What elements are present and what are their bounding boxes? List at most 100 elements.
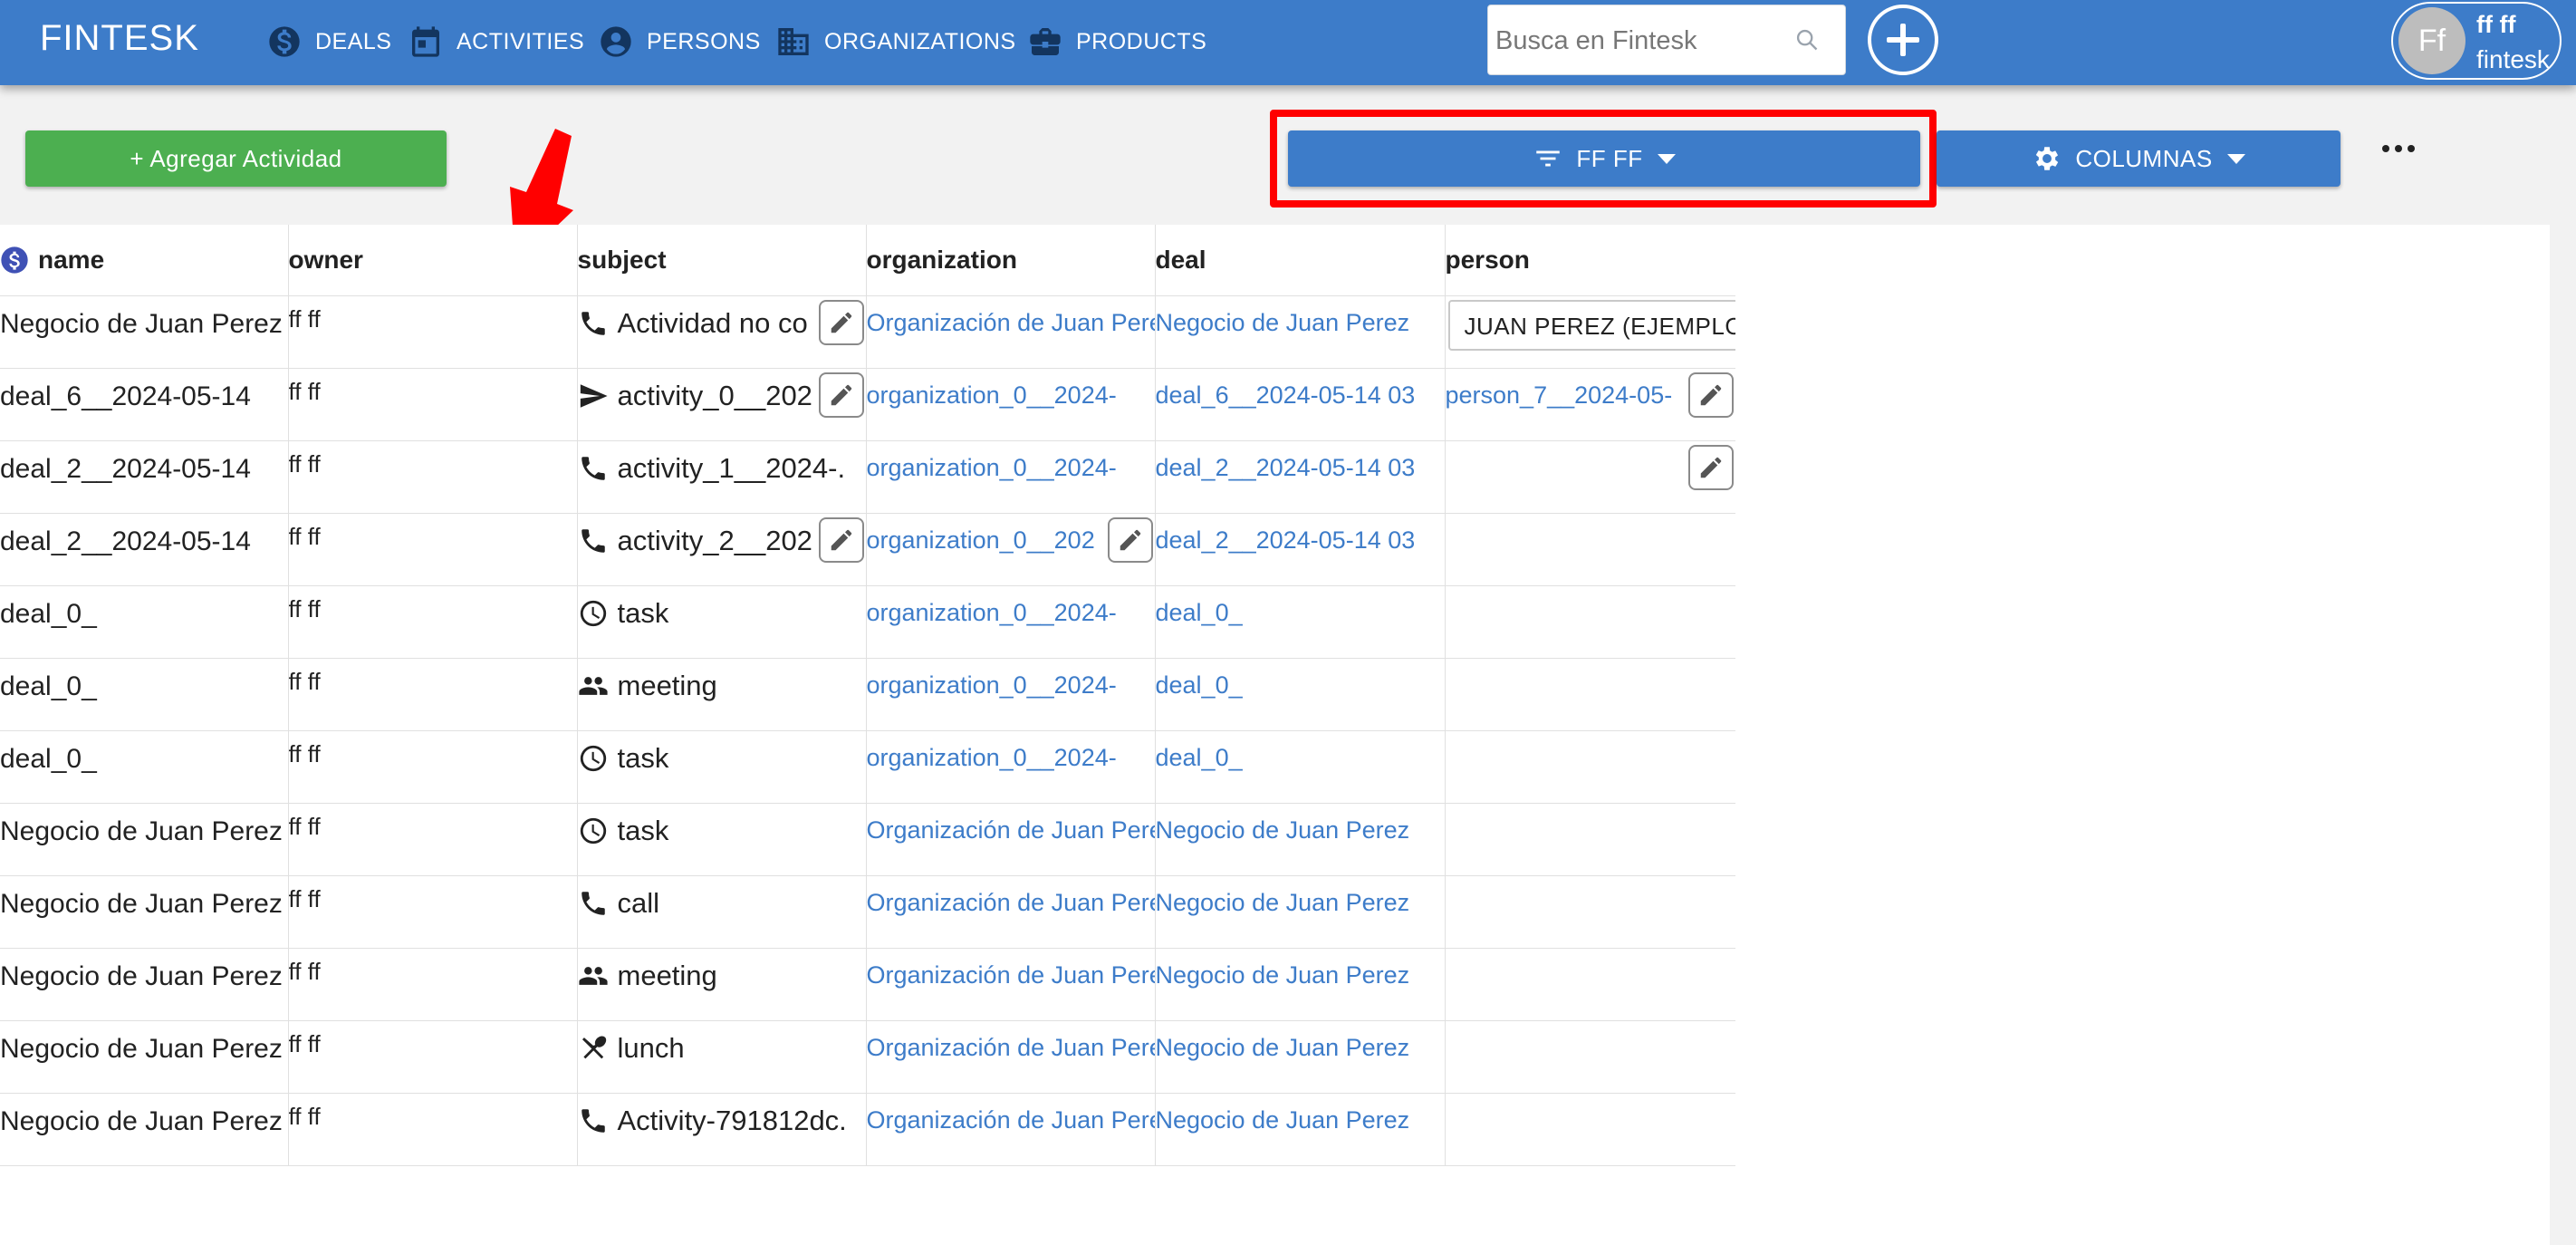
deal-link[interactable]: Negocio de Juan Perez [1156,296,1445,337]
brand-logo[interactable]: FINTESK [40,18,199,59]
organization-link[interactable]: organization_0__2024- [867,586,1155,627]
table-row[interactable]: deal_6__2024-05-14 ff ff activity_0__202 or… [0,368,1735,441]
edit-button[interactable] [1107,517,1153,563]
organization-link[interactable]: organization_0__2024- [867,659,1155,700]
user-menu[interactable]: Ff ff ff fintesk [2391,2,2562,80]
table-row[interactable]: deal_2__2024-05-14 ff ff activity_2__202 or… [0,513,1735,586]
subject[interactable]: task [578,804,866,847]
table-row[interactable]: Negocio de Juan Perez ff ff call Organizaci… [0,875,1735,949]
table-row[interactable]: deal_0_ ff ff task organization_0__2024- dea… [0,585,1735,659]
subject[interactable]: activity_1__2024-. [578,441,866,485]
cell-organization: organization_0__2024- [866,440,1156,514]
organization-link[interactable]: organization_0__2024- [867,369,1155,410]
add-new-button[interactable] [1868,5,1938,75]
organization-link[interactable]: organization_0__2024- [867,441,1155,482]
organization-link[interactable]: Organización de Juan Perez [867,296,1155,337]
add-activity-label: + Agregar Actividad [130,144,342,172]
subject-label: activity_0__202 [617,380,812,411]
cell-owner: ff ff [288,658,578,731]
subject[interactable]: meeting [578,659,866,702]
organization-link[interactable]: Organización de Juan Perez [867,804,1155,844]
edit-button[interactable] [818,300,864,345]
columns-button[interactable]: COLUMNAS [1937,130,2341,187]
deal-link[interactable]: Negocio de Juan Perez [1156,804,1445,844]
cell-organization: organization_0__202 [866,513,1156,586]
subject[interactable]: call [578,876,866,920]
nav-products[interactable]: PRODUCTS [1027,18,1206,65]
nav-activities[interactable]: ACTIVITIES [408,18,584,65]
table-row[interactable]: Negocio de Juan Perez ff ff lunch Organizac… [0,1020,1735,1094]
pencil-icon [1700,457,1722,478]
deal-name: Negocio de Juan Perez [0,816,283,846]
table-row[interactable]: deal_2__2024-05-14 ff ff activity_1__2024-… [0,440,1735,514]
deal-name: deal_6__2024-05-14 [0,381,251,411]
edit-button[interactable] [1688,372,1734,418]
cell-deal: Negocio de Juan Perez [1155,1020,1446,1094]
deal-link[interactable]: Negocio de Juan Perez [1156,1021,1445,1062]
pencil-icon [1700,384,1722,406]
filter-button[interactable]: FF FF [1288,130,1920,187]
deal-name: Negocio de Juan Perez [0,1106,283,1136]
edit-button[interactable] [818,517,864,563]
column-header-name[interactable]: name [0,225,289,296]
deal-link[interactable]: deal_2__2024-05-14 03 [1156,441,1445,482]
cell-deal: Negocio de Juan Perez [1155,875,1446,949]
owner-name: ff ff [288,595,321,622]
cell-subject: activity_1__2024-. [577,440,867,514]
deal-link[interactable]: Negocio de Juan Perez [1156,876,1445,917]
table-row[interactable]: Negocio de Juan Perez ff ff Actividad no c… [0,295,1735,369]
people-icon [578,677,608,695]
pencil-icon [831,529,851,551]
column-header-organization[interactable]: organization [866,225,1156,296]
more-options-icon[interactable] [2382,145,2415,152]
search-icon[interactable] [1794,27,1820,53]
table-row[interactable]: Negocio de Juan Perez ff ff Activity-79181… [0,1093,1735,1166]
subject-label: meeting [617,670,717,701]
deal-link[interactable]: deal_6__2024-05-14 03 [1156,369,1445,410]
deal-link[interactable]: Negocio de Juan Perez [1156,1094,1445,1134]
cell-deal: Negocio de Juan Perez [1155,948,1446,1021]
column-header-person[interactable]: person [1445,225,1735,296]
table-row[interactable]: Negocio de Juan Perez ff ff meeting Organiz… [0,948,1735,1021]
table-row[interactable]: deal_0_ ff ff meeting organization_0__2024-… [0,658,1735,731]
cell-subject: lunch [577,1020,867,1094]
subject[interactable]: lunch [578,1021,866,1065]
organization-link[interactable]: Organización de Juan Perez [867,876,1155,917]
cell-person [1445,440,1735,514]
deal-link[interactable]: deal_2__2024-05-14 03 [1156,514,1445,555]
column-header-subject[interactable]: subject [577,225,867,296]
organization-link[interactable]: Organización de Juan Perez [867,1094,1155,1134]
phone-icon [581,457,605,480]
table-row[interactable]: Negocio de Juan Perez ff ff task Organizaci… [0,803,1735,876]
nav-organizations[interactable]: ORGANIZATIONS [775,18,1016,65]
organization-link[interactable]: Organización de Juan Perez [867,949,1155,989]
deal-link[interactable]: deal_0_ [1156,659,1445,700]
subject[interactable]: meeting [578,949,866,992]
edit-button[interactable] [818,372,864,418]
subject[interactable]: Activity-791812dc. [578,1094,866,1137]
deal-link[interactable]: deal_0_ [1156,731,1445,772]
nav-persons[interactable]: PERSONS [598,18,761,65]
cell-subject: activity_2__202 [577,513,867,586]
deal-link[interactable]: deal_0_ [1156,586,1445,627]
add-activity-button[interactable]: + Agregar Actividad [25,130,447,187]
subject[interactable]: task [578,731,866,775]
column-header-owner[interactable]: owner [288,225,578,296]
person-chip[interactable]: JUAN PEREZ (EJEMPLO) [1447,300,1735,351]
cell-owner: ff ff [288,368,578,441]
organization-link[interactable]: organization_0__2024- [867,731,1155,772]
edit-button[interactable] [1688,445,1734,490]
nav-organizations-label: ORGANIZATIONS [824,28,1016,54]
cell-organization: Organización de Juan Perez [866,1093,1156,1166]
nav-deals[interactable]: DEALS [266,18,391,65]
deal-link[interactable]: Negocio de Juan Perez [1156,949,1445,989]
cell-organization: Organización de Juan Perez [866,875,1156,949]
owner-name: ff ff [288,813,321,840]
column-header-deal[interactable]: deal [1155,225,1446,296]
owner-name: ff ff [288,740,321,767]
table-row[interactable]: deal_0_ ff ff task organization_0__2024- dea… [0,730,1735,804]
organization-link[interactable]: Organización de Juan Perez [867,1021,1155,1062]
search-input[interactable] [1494,16,1787,65]
subject[interactable]: task [578,586,866,630]
briefcase-icon [1030,28,1061,55]
